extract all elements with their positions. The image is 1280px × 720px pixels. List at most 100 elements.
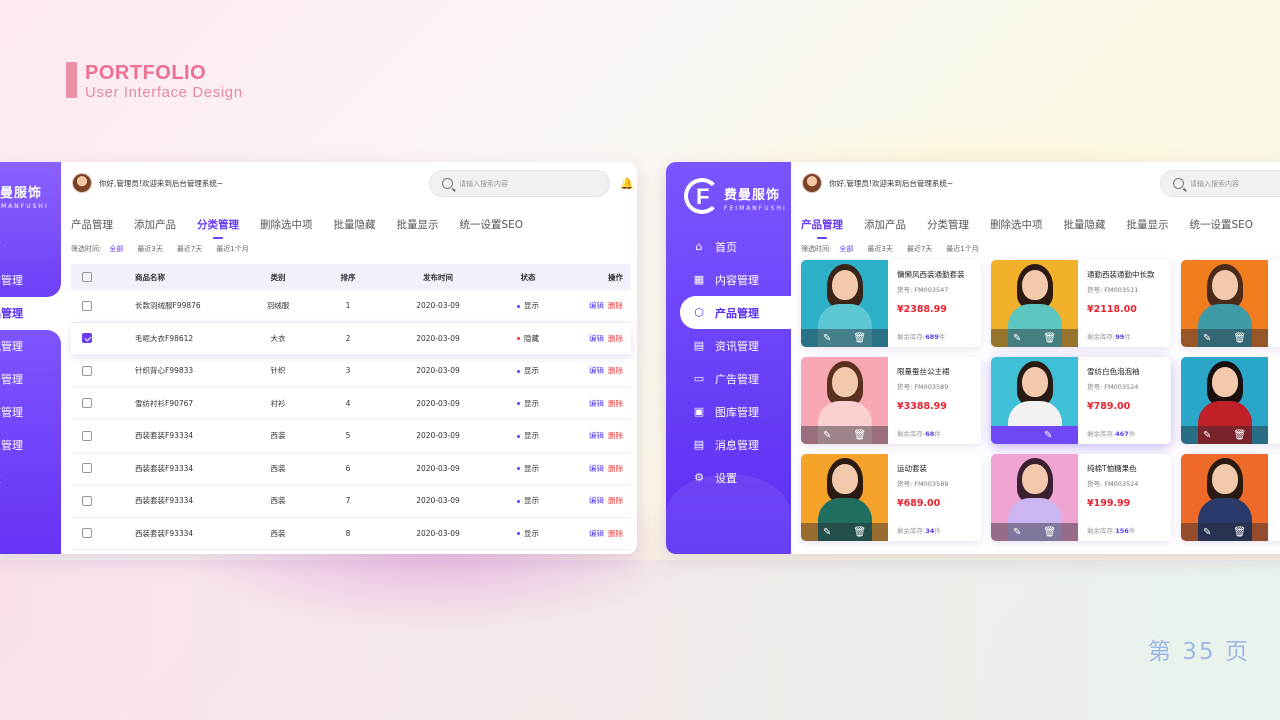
- edit-link[interactable]: 编辑: [589, 529, 604, 538]
- avatar[interactable]: [802, 173, 822, 193]
- trash-icon[interactable]: 🗑: [1233, 333, 1246, 344]
- product-card[interactable]: ✎ 🗑 限量蚕丝公主裙 货号: FM003589 ¥3388.99 剩余库存:68件: [801, 357, 981, 444]
- filter-option-2[interactable]: 最近7天: [907, 244, 932, 254]
- delete-link[interactable]: 删除: [608, 301, 623, 310]
- sidebar-item-7[interactable]: ⚙ 设置: [666, 461, 791, 494]
- tab-4[interactable]: 批量隐藏: [1064, 217, 1106, 232]
- tab-3[interactable]: 删除选中项: [990, 217, 1043, 232]
- product-card[interactable]: ✎ 🗑: [1181, 260, 1280, 347]
- trash-icon[interactable]: 🗑: [853, 333, 866, 344]
- sidebar-item-4[interactable]: 告管理: [0, 362, 61, 395]
- product-card[interactable]: ✎🗑 雪纺白色泡泡袖货号: FM003524 ¥789.00 剩余库存:467件: [991, 357, 1171, 444]
- tab-5[interactable]: 批量显示: [1127, 217, 1169, 232]
- edit-icon[interactable]: ✎: [1203, 527, 1211, 538]
- table-row[interactable]: 西装套装F93334 西装 8 2020-03-09 显示 编辑 删除: [71, 518, 631, 550]
- tab-1[interactable]: 添加产品: [134, 217, 176, 232]
- tab-4[interactable]: 批量隐藏: [334, 217, 376, 232]
- row-checkbox[interactable]: [82, 333, 92, 344]
- sidebar-item-3[interactable]: ▤ 资讯管理: [666, 329, 791, 362]
- edit-link[interactable]: 编辑: [589, 431, 604, 440]
- row-checkbox[interactable]: [82, 398, 92, 409]
- edit-link[interactable]: 编辑: [589, 464, 604, 473]
- edit-link[interactable]: 编辑: [589, 366, 604, 375]
- sidebar-item-6[interactable]: 息管理: [0, 428, 61, 461]
- edit-link[interactable]: 编辑: [589, 399, 604, 408]
- filter-option-0[interactable]: 全部: [109, 244, 123, 254]
- delete-link[interactable]: 删除: [608, 529, 623, 538]
- filter-option-3[interactable]: 最近1个月: [216, 244, 248, 254]
- sidebar-item-2[interactable]: 品管理: [0, 296, 61, 329]
- sidebar-item-1[interactable]: ▦ 内容管理: [666, 263, 791, 296]
- table-row[interactable]: 西装套装F93334 西装 5 2020-03-09 显示 编辑 删除: [71, 420, 631, 453]
- delete-link[interactable]: 删除: [608, 431, 623, 440]
- filter-option-1[interactable]: 最近3天: [137, 244, 162, 254]
- product-card[interactable]: ✎ 🗑: [1181, 357, 1280, 444]
- trash-icon[interactable]: 🗑: [853, 430, 866, 441]
- select-all-checkbox[interactable]: [82, 272, 92, 282]
- sidebar-item-7[interactable]: 置: [0, 461, 61, 494]
- edit-icon[interactable]: ✎: [1013, 333, 1021, 344]
- row-checkbox[interactable]: [82, 365, 92, 376]
- product-card[interactable]: ✎ 🗑 通勤西装通勤中长款 货号: FM003511 ¥2118.00 剩余库存:99件: [991, 260, 1171, 347]
- edit-link[interactable]: 编辑: [589, 496, 604, 505]
- row-checkbox[interactable]: [82, 300, 92, 311]
- tab-6[interactable]: 统一设置SEO: [1190, 217, 1254, 232]
- sidebar-item-6[interactable]: ▤ 消息管理: [666, 428, 791, 461]
- row-checkbox[interactable]: [82, 495, 92, 506]
- trash-icon[interactable]: 🗑: [1043, 527, 1056, 538]
- product-card[interactable]: ✎ 🗑 纯棉T恤糖果色 货号: FM003524 ¥199.99 剩余库存:156件: [991, 454, 1171, 541]
- avatar[interactable]: [72, 173, 92, 193]
- row-checkbox[interactable]: [82, 430, 92, 441]
- trash-icon[interactable]: 🗑: [1233, 527, 1246, 538]
- table-row[interactable]: 西装套装F93334 西装 6 2020-03-09 显示 编辑 删除: [71, 453, 631, 485]
- delete-link[interactable]: 删除: [608, 464, 623, 473]
- product-card[interactable]: ✎ 🗑 慵懒风西装通勤套装 货号: FM003547 ¥2388.99 剩余库存:689件: [801, 260, 981, 347]
- sidebar-item-1[interactable]: 容管理: [0, 263, 61, 296]
- tab-0[interactable]: 产品管理: [71, 217, 113, 232]
- tab-0[interactable]: 产品管理: [801, 217, 843, 239]
- table-row[interactable]: 长款羽绒服F99876 羽绒服 1 2020-03-09 显示 编辑 删除: [71, 290, 631, 323]
- delete-link[interactable]: 删除: [608, 496, 623, 505]
- edit-icon[interactable]: ✎: [823, 527, 831, 538]
- filter-option-0[interactable]: 全部: [839, 244, 853, 254]
- edit-link[interactable]: 编辑: [589, 334, 604, 343]
- row-checkbox[interactable]: [82, 528, 92, 539]
- filter-option-3[interactable]: 最近1个月: [946, 244, 978, 254]
- edit-icon[interactable]: ✎: [1044, 430, 1052, 441]
- delete-link[interactable]: 删除: [608, 366, 623, 375]
- bell-icon[interactable]: 🔔: [620, 177, 634, 190]
- search-input[interactable]: 请输入搜索内容: [1160, 170, 1280, 197]
- edit-icon[interactable]: ✎: [1203, 430, 1211, 441]
- edit-icon[interactable]: ✎: [823, 333, 831, 344]
- table-row[interactable]: 西装套装F93334 西装 7 2020-03-09 显示 编辑 删除: [71, 485, 631, 518]
- sidebar-item-0[interactable]: ⌂ 首页: [666, 230, 791, 263]
- tab-1[interactable]: 添加产品: [864, 217, 906, 232]
- sidebar-item-2[interactable]: ⬡ 产品管理: [680, 296, 791, 329]
- filter-option-2[interactable]: 最近7天: [177, 244, 202, 254]
- tab-5[interactable]: 批量显示: [397, 217, 439, 232]
- sidebar-item-0[interactable]: 页: [0, 230, 61, 263]
- product-card[interactable]: ✎ 🗑: [1181, 454, 1280, 541]
- search-input[interactable]: 请输入搜索内容: [429, 170, 610, 197]
- tab-2[interactable]: 分类管理: [197, 217, 239, 239]
- edit-icon[interactable]: ✎: [1013, 527, 1021, 538]
- delete-link[interactable]: 删除: [608, 399, 623, 408]
- sidebar-item-5[interactable]: ▣ 图库管理: [666, 395, 791, 428]
- product-card[interactable]: ✎ 🗑 运动套装 货号: FM003589 ¥689.00 剩余库存:34件: [801, 454, 981, 541]
- tab-2[interactable]: 分类管理: [927, 217, 969, 232]
- filter-option-1[interactable]: 最近3天: [867, 244, 892, 254]
- trash-icon[interactable]: 🗑: [853, 527, 866, 538]
- sidebar-item-4[interactable]: ▭ 广告管理: [666, 362, 791, 395]
- tab-6[interactable]: 统一设置SEO: [460, 217, 524, 232]
- row-checkbox[interactable]: [82, 463, 92, 474]
- edit-link[interactable]: 编辑: [589, 301, 604, 310]
- edit-icon[interactable]: ✎: [823, 430, 831, 441]
- trash-icon[interactable]: 🗑: [1233, 430, 1246, 441]
- trash-icon[interactable]: 🗑: [1043, 333, 1056, 344]
- delete-link[interactable]: 删除: [608, 334, 623, 343]
- tab-3[interactable]: 删除选中项: [260, 217, 313, 232]
- table-row[interactable]: 雪纺衬衫F90767 衬衫 4 2020-03-09 显示 编辑 删除: [71, 388, 631, 420]
- edit-icon[interactable]: ✎: [1203, 333, 1211, 344]
- sidebar-item-3[interactable]: 讯管理: [0, 329, 61, 362]
- sidebar-item-5[interactable]: 库管理: [0, 395, 61, 428]
